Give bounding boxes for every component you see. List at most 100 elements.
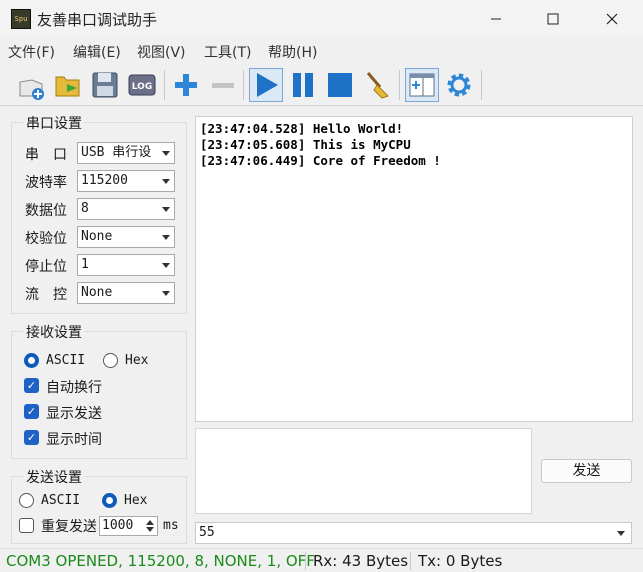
chevron-down-icon [162, 235, 170, 240]
open-button[interactable] [51, 68, 85, 102]
add-button[interactable] [169, 68, 203, 102]
pause-icon [293, 73, 313, 97]
repeat-interval-value: 1000 [102, 518, 134, 533]
databits-select[interactable]: 8 [77, 198, 175, 220]
remove-button[interactable] [206, 68, 240, 102]
flow-control-select[interactable]: None [77, 282, 175, 304]
repeat-send-checkbox[interactable] [19, 518, 34, 533]
flow-control-value: None [81, 285, 113, 300]
show-time-checkbox[interactable]: ✓ [24, 430, 39, 445]
send-button[interactable]: 发送 [541, 459, 632, 483]
send-history-select[interactable]: 55 [195, 522, 632, 544]
baud-select[interactable]: 115200 [77, 170, 175, 192]
minus-icon [212, 83, 234, 88]
stopbits-label: 停止位 [25, 259, 67, 275]
show-send-checkbox[interactable]: ✓ [24, 404, 39, 419]
title-bar[interactable]: Spu 友善串口调试助手 [0, 0, 643, 38]
receive-line: [23:47:04.528] Hello World! [200, 121, 404, 136]
receive-ascii-radio[interactable] [24, 353, 39, 368]
gear-icon [447, 73, 471, 97]
chevron-down-icon [162, 263, 170, 268]
menu-help[interactable]: 帮助(H) [268, 42, 317, 62]
serial-settings-title: 串口设置 [24, 113, 84, 133]
open-folder-icon [55, 76, 80, 97]
receive-display[interactable]: [23:47:04.528] Hello World! [23:47:05.60… [195, 116, 633, 422]
start-button[interactable] [249, 68, 283, 102]
toolbar: LOG [0, 64, 643, 106]
status-bar: COM3 OPENED, 115200, 8, NONE, 1, OFF Rx:… [0, 548, 643, 572]
menu-bar: 文件(F) 编辑(E) 视图(V) 工具(T) 帮助(H) [0, 38, 643, 64]
parity-label: 校验位 [25, 231, 67, 247]
maximize-icon [547, 13, 559, 25]
plus-icon [175, 74, 197, 96]
receive-hex-radio[interactable] [103, 353, 118, 368]
flow-control-label: 流 控 [25, 287, 67, 303]
status-divider [410, 552, 411, 570]
repeat-interval-stepper[interactable]: 1000 [99, 516, 158, 536]
menu-edit[interactable]: 编辑(E) [73, 42, 121, 62]
minimize-button[interactable] [473, 4, 519, 34]
port-select[interactable]: USB 串行设 [77, 142, 175, 164]
send-hex-label: Hex [124, 493, 148, 508]
chevron-up-icon[interactable] [146, 520, 154, 525]
status-divider [305, 552, 306, 570]
close-icon [606, 13, 618, 25]
maximize-button[interactable] [530, 4, 576, 34]
pause-button[interactable] [286, 68, 320, 102]
databits-label: 数据位 [25, 203, 67, 219]
chevron-down-icon [162, 291, 170, 296]
menu-file[interactable]: 文件(F) [8, 42, 55, 62]
tx-count: Tx: 0 Bytes [418, 552, 503, 570]
send-history-value: 55 [199, 525, 215, 540]
new-button[interactable] [14, 68, 48, 102]
play-icon [257, 73, 278, 97]
settings-button[interactable] [442, 68, 476, 102]
send-text-input[interactable] [195, 428, 532, 514]
chevron-down-icon [617, 531, 625, 536]
send-settings-title: 发送设置 [24, 467, 84, 487]
port-label: 串 口 [25, 147, 67, 163]
send-ascii-label: ASCII [41, 493, 81, 508]
broom-icon [366, 72, 389, 99]
toolbar-separator [243, 70, 244, 100]
stop-button[interactable] [323, 68, 357, 102]
repeat-send-label: 重复发送 [41, 519, 96, 535]
baud-value: 115200 [81, 173, 128, 188]
chevron-down-icon [162, 151, 170, 156]
show-time-label: 显示时间 [46, 432, 102, 448]
chevron-down-icon[interactable] [146, 527, 154, 532]
receive-hex-label: Hex [125, 353, 149, 368]
port-value: USB 串行设 [81, 145, 152, 160]
show-send-label: 显示发送 [46, 406, 102, 422]
stopbits-select[interactable]: 1 [77, 254, 175, 276]
connection-status: COM3 OPENED, 115200, 8, NONE, 1, OFF [6, 552, 315, 570]
log-button[interactable]: LOG [125, 68, 159, 102]
layout-button[interactable] [405, 68, 439, 102]
svg-text:LOG: LOG [132, 82, 152, 92]
new-file-icon [19, 79, 44, 100]
receive-settings-title: 接收设置 [24, 322, 84, 342]
stopbits-value: 1 [81, 257, 89, 272]
send-ascii-radio[interactable] [19, 493, 34, 508]
menu-view[interactable]: 视图(V) [137, 42, 186, 62]
toolbar-separator [481, 70, 482, 100]
receive-ascii-label: ASCII [46, 353, 86, 368]
receive-line: [23:47:05.608] This is MyCPU [200, 137, 411, 152]
minimize-icon [491, 18, 501, 20]
menu-tools[interactable]: 工具(T) [204, 42, 251, 62]
window-title: 友善串口调试助手 [37, 11, 158, 29]
clear-button[interactable] [360, 68, 394, 102]
save-disk-icon [92, 72, 118, 98]
close-button[interactable] [589, 4, 635, 34]
baud-label: 波特率 [25, 175, 67, 191]
parity-select[interactable]: None [77, 226, 175, 248]
receive-line: [23:47:06.449] Core of Freedom ! [200, 153, 441, 168]
chevron-down-icon [162, 207, 170, 212]
send-hex-radio[interactable] [102, 493, 117, 508]
window-layout-icon [409, 73, 435, 97]
stop-icon [328, 73, 352, 97]
save-button[interactable] [88, 68, 122, 102]
toolbar-separator [164, 70, 165, 100]
auto-wrap-checkbox[interactable]: ✓ [24, 378, 39, 393]
toolbar-separator [399, 70, 400, 100]
